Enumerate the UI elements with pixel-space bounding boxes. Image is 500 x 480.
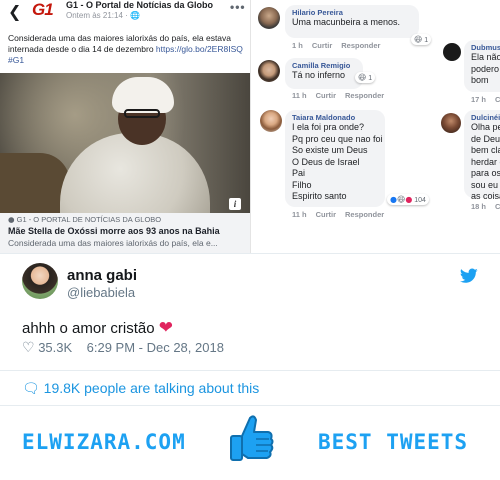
heart-emoji-icon: ❤: [158, 318, 173, 338]
avatar[interactable]: [443, 43, 461, 61]
divider: [0, 405, 500, 406]
link-preview-title[interactable]: Mãe Stella de Oxóssi morre aos 93 anos n…: [8, 226, 220, 236]
comment-text: as coisa: [471, 191, 500, 201]
page-name[interactable]: G1 - O Portal de Notícias da Globo: [66, 0, 213, 10]
comment-actions: 11 h Curtir Responder: [292, 210, 385, 219]
comment-text: de Deus: [471, 133, 500, 144]
globe-icon: 🌐: [130, 11, 140, 20]
comment-text: O Deus de Israel: [292, 156, 360, 167]
post-text: Considerada uma das maiores ialorixás do…: [8, 33, 243, 65]
talking-link[interactable]: 🗨 19.8K people are talking about this: [22, 380, 259, 397]
comment-author[interactable]: Hilario Pereira: [292, 8, 412, 17]
reaction-badge[interactable]: 😆 1: [355, 72, 376, 83]
divider: [0, 370, 500, 371]
speech-bubble-icon: 🗨: [22, 381, 40, 397]
laugh-emoji-icon: 😆: [358, 73, 367, 82]
comment-text: para os: [471, 168, 500, 178]
comment-text: Filho: [292, 179, 312, 190]
photo-turban: [112, 77, 174, 113]
reply-link[interactable]: Responder: [341, 41, 380, 50]
tagline: BEST TWEETS: [318, 430, 469, 454]
comment-text: podero: [471, 63, 500, 74]
link-preview-source: ● G1 - O PORTAL DE NOTÍCIAS DA GLOBO: [8, 215, 162, 224]
comment-text: herdar o: [471, 156, 500, 167]
like-link[interactable]: Curtir: [316, 91, 336, 100]
tweet-author-handle[interactable]: @liebabiela: [67, 285, 135, 300]
like-count[interactable]: 35.3K: [38, 340, 72, 355]
link-preview-description: Considerada uma das maiores ialorixás do…: [8, 238, 218, 248]
comment-text: Olha pel: [471, 122, 500, 132]
reply-link[interactable]: Responder: [345, 210, 384, 219]
post-time: Ontem às 21:14 · 🌐: [66, 11, 140, 20]
brand-name: ELWIZARA.COM: [22, 430, 186, 454]
globe-icon: ●: [8, 215, 15, 224]
laugh-emoji-icon: 😆: [414, 35, 423, 44]
like-emoji-icon: ●: [390, 195, 397, 204]
comment-text: Uma macunbeira a menos.: [292, 17, 401, 27]
comment-text: Pq pro ceu que nao foi: [292, 133, 383, 144]
thumbs-up-icon: [230, 415, 274, 461]
comment-text: bom: [471, 75, 489, 85]
reaction-badge[interactable]: ●😆● 104: [387, 194, 429, 205]
comments-panel: Hilario Pereira Uma macunbeira a menos. …: [250, 0, 500, 253]
comment-text: Pai: [292, 168, 306, 178]
heart-emoji-icon: ●: [405, 195, 413, 204]
comment-text: Espirito santo: [292, 191, 347, 201]
comment-text: sou eu p: [471, 179, 500, 190]
comment-text: Ela não: [471, 52, 500, 62]
tweet-datetime[interactable]: 6:29 PM - Dec 28, 2018: [87, 340, 224, 355]
comment-author[interactable]: Dubmus: [471, 43, 500, 52]
comment-actions: 17 hC: [471, 95, 500, 104]
comment-bubble: Hilario Pereira Uma macunbeira a menos.: [285, 5, 419, 38]
comment-text: Tá no inferno: [292, 70, 346, 80]
tweet-text: ahhh o amor cristão ❤: [22, 318, 173, 338]
comment-author[interactable]: Camilla Remigio: [292, 61, 356, 70]
avatar[interactable]: [258, 60, 280, 82]
like-link[interactable]: Curtir: [312, 41, 332, 50]
arrow-left-icon[interactable]: ❮: [8, 2, 21, 21]
avatar[interactable]: [441, 113, 461, 133]
photo-glasses: [124, 109, 160, 118]
reply-link[interactable]: Responder: [345, 91, 384, 100]
avatar[interactable]: [22, 263, 58, 299]
comment-actions: 11 h Curtir Responder: [292, 91, 385, 100]
comment-text: I ela foi pra onde?: [292, 122, 365, 132]
comment-actions: 1 h Curtir Responder: [292, 41, 381, 50]
reaction-badge[interactable]: 😆 1: [411, 34, 432, 45]
like-link[interactable]: C: [495, 95, 500, 104]
avatar[interactable]: [260, 110, 282, 132]
comment-bubble: Taiara Maldonado I ela foi pra onde? Pq …: [285, 110, 385, 207]
facebook-post: ❮ G1 G1 - O Portal de Notícias da Globo …: [0, 0, 250, 253]
comment-bubble: Dubmus Ela não podero bom: [464, 40, 500, 92]
comment-author[interactable]: Dulcinéia: [471, 113, 500, 122]
twitter-bird-icon[interactable]: [460, 268, 478, 284]
g1-logo[interactable]: G1: [32, 0, 54, 20]
like-link[interactable]: Cu: [495, 202, 500, 211]
comment-bubble: Dulcinéia Olha pel de Deus bem clar herd…: [464, 110, 500, 201]
comment-author[interactable]: Taiara Maldonado: [292, 113, 378, 122]
like-link[interactable]: Curtir: [316, 210, 336, 219]
comment-bubble: Camilla Remigio Tá no inferno: [285, 58, 363, 89]
post-photo[interactable]: [0, 73, 250, 213]
comment-text: So existe um Deus: [292, 145, 368, 155]
comment-text: bem clar: [471, 145, 500, 155]
info-icon[interactable]: i: [229, 198, 241, 210]
tweet-meta: ♡ 35.3K 6:29 PM - Dec 28, 2018: [22, 340, 224, 356]
heart-outline-icon[interactable]: ♡: [22, 340, 35, 356]
comment-actions: 18 hCu: [471, 202, 500, 211]
more-icon[interactable]: •••: [230, 0, 246, 14]
avatar[interactable]: [258, 7, 280, 29]
tweet-author-name[interactable]: anna gabi: [67, 267, 137, 284]
